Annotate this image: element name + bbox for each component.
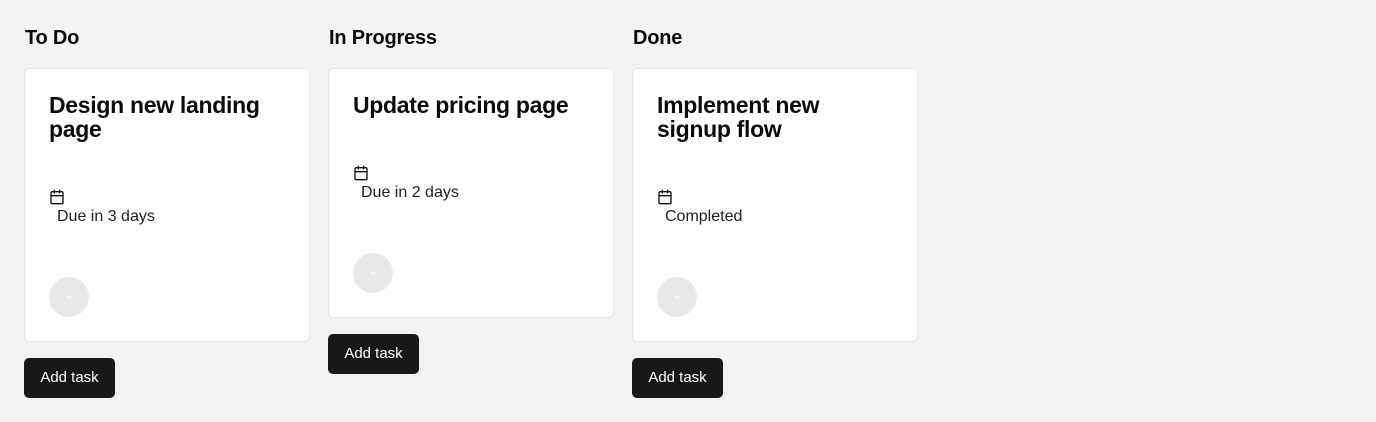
task-title: Update pricing page xyxy=(353,92,569,118)
calendar-icon xyxy=(658,189,672,205)
due-date-text: Due in 3 days xyxy=(57,208,155,225)
assignee-avatar[interactable] xyxy=(353,253,393,293)
calendar-icon xyxy=(354,165,368,181)
column-title: To Do xyxy=(25,27,80,49)
task-card[interactable]: Update pricing page Due in 2 days xyxy=(328,68,614,318)
due-date-text: Completed xyxy=(665,208,743,225)
add-task-button[interactable]: Add task xyxy=(632,358,723,398)
task-title: Design new landing page xyxy=(49,92,260,142)
assignee-avatar[interactable] xyxy=(657,277,697,317)
column-title: Done xyxy=(633,27,683,49)
column-title: In Progress xyxy=(329,27,437,49)
assignee-avatar[interactable] xyxy=(49,277,89,317)
task-card[interactable]: Implement new signup flow Completed xyxy=(632,68,918,342)
add-task-button[interactable]: Add task xyxy=(24,358,115,398)
task-title: Implement new signup flow xyxy=(657,92,820,142)
calendar-icon xyxy=(50,189,64,205)
due-date-text: Due in 2 days xyxy=(361,184,459,201)
kanban-board: To Do Design new landing page Due in 3 d… xyxy=(0,0,1376,422)
task-card[interactable]: Design new landing page Due in 3 days xyxy=(24,68,310,342)
add-task-button[interactable]: Add task xyxy=(328,334,419,374)
